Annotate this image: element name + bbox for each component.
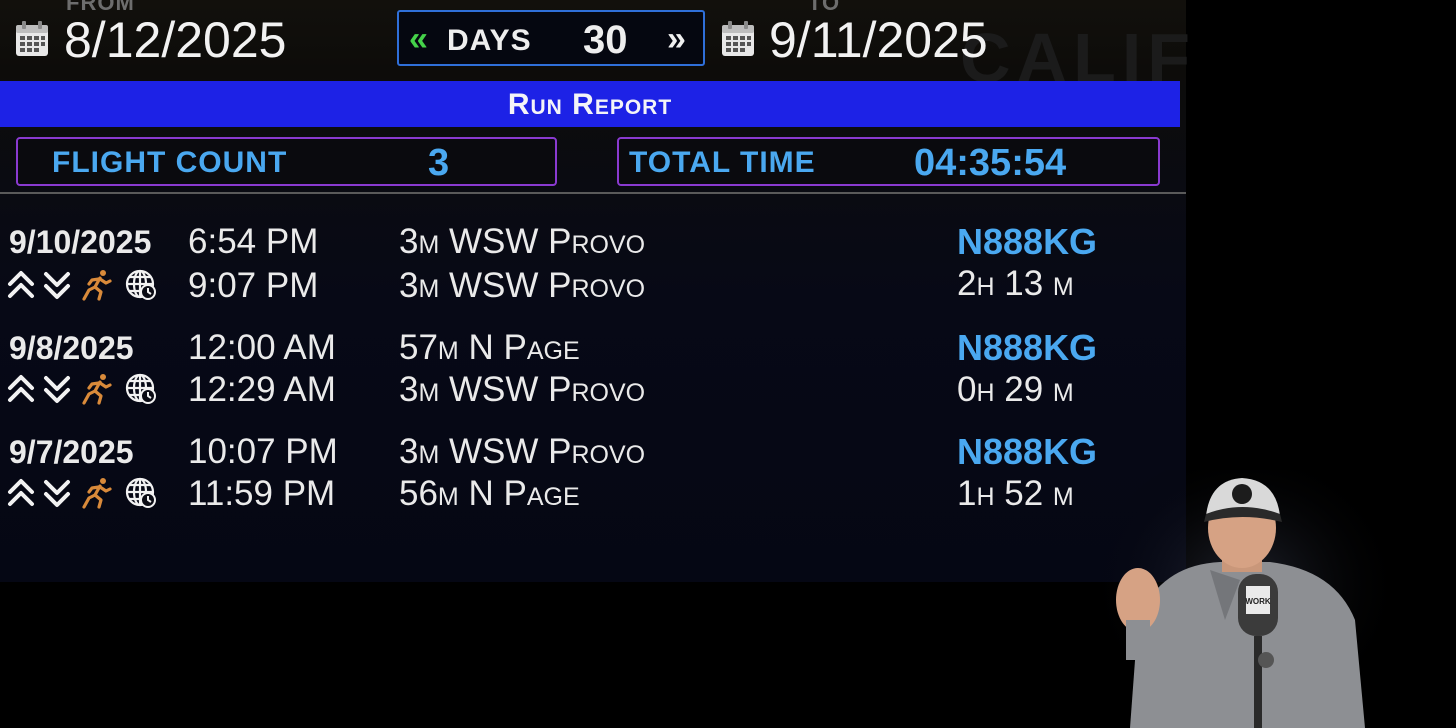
- total-time-box: TOTAL TIME 04:35:54: [617, 137, 1160, 186]
- days-label: DAYS: [447, 24, 532, 57]
- flight-row[interactable]: 9/8/2025 12:00 AM 12:29 AM 57m N Page 3m…: [0, 328, 1186, 424]
- landing-icon[interactable]: [42, 476, 76, 510]
- flight-count-label: FLIGHT COUNT: [52, 146, 288, 179]
- row-icons: [6, 268, 166, 302]
- tail-number-link[interactable]: N888KG: [957, 432, 1097, 472]
- flight-count-box: FLIGHT COUNT 3: [16, 137, 557, 186]
- globe-clock-icon[interactable]: [124, 476, 158, 510]
- depart-location: 3m WSW Provo: [399, 432, 646, 471]
- runner-icon[interactable]: [80, 372, 114, 406]
- report-title: Run Report: [507, 88, 673, 121]
- takeoff-icon[interactable]: [6, 476, 40, 510]
- days-value: 30: [583, 18, 628, 62]
- globe-clock-icon[interactable]: [124, 372, 158, 406]
- depart-time: 10:07 PM: [188, 432, 338, 471]
- depart-time: 6:54 PM: [188, 222, 319, 261]
- depart-time: 12:00 AM: [188, 328, 336, 367]
- arrive-time: 12:29 AM: [188, 370, 336, 409]
- calendar-icon[interactable]: [720, 20, 756, 58]
- app-bottom-area: [0, 582, 1186, 728]
- flight-duration: 2h 13 m: [957, 264, 1074, 303]
- arrive-location: 56m N Page: [399, 474, 580, 513]
- total-time-value: 04:35:54: [914, 142, 1067, 184]
- from-date[interactable]: 8/12/2025: [64, 10, 286, 70]
- flight-date: 9/7/2025: [9, 434, 134, 470]
- depart-location: 57m N Page: [399, 328, 580, 367]
- landing-icon[interactable]: [42, 372, 76, 406]
- arrive-time: 9:07 PM: [188, 266, 319, 305]
- tail-number-link[interactable]: N888KG: [957, 222, 1097, 262]
- divider: [0, 192, 1186, 194]
- mic-label: WORK: [1245, 597, 1271, 606]
- row-icons: [6, 476, 166, 510]
- flight-date: 9/10/2025: [9, 224, 152, 260]
- runner-icon[interactable]: [80, 476, 114, 510]
- globe-clock-icon[interactable]: [124, 268, 158, 302]
- flight-row[interactable]: 9/7/2025 10:07 PM 11:59 PM 3m WSW Provo …: [0, 432, 1186, 528]
- report-title-bar: Run Report: [0, 81, 1180, 127]
- presenter-webcam-overlay: WORK: [1100, 470, 1390, 728]
- flight-duration: 1h 52 m: [957, 474, 1074, 513]
- flight-count-value: 3: [428, 142, 450, 184]
- takeoff-icon[interactable]: [6, 268, 40, 302]
- days-selector: « DAYS 30 »: [397, 10, 705, 66]
- double-chevron-left-icon[interactable]: «: [409, 20, 428, 58]
- total-time-label: TOTAL TIME: [629, 146, 816, 179]
- calendar-icon[interactable]: [14, 20, 50, 58]
- takeoff-icon[interactable]: [6, 372, 40, 406]
- depart-location: 3m WSW Provo: [399, 222, 646, 261]
- arrive-location: 3m WSW Provo: [399, 266, 646, 305]
- flight-date: 9/8/2025: [9, 330, 134, 366]
- arrive-time: 11:59 PM: [188, 474, 336, 513]
- row-icons: [6, 372, 166, 406]
- tail-number-link[interactable]: N888KG: [957, 328, 1097, 368]
- arrive-location: 3m WSW Provo: [399, 370, 646, 409]
- landing-icon[interactable]: [42, 268, 76, 302]
- flight-duration: 0h 29 m: [957, 370, 1074, 409]
- to-date[interactable]: 9/11/2025: [769, 10, 988, 70]
- runner-icon[interactable]: [80, 268, 114, 302]
- flight-row[interactable]: 9/10/2025 6:54 PM 9:07 PM 3m WSW Provo 3…: [0, 222, 1186, 318]
- double-chevron-right-icon[interactable]: »: [667, 20, 686, 58]
